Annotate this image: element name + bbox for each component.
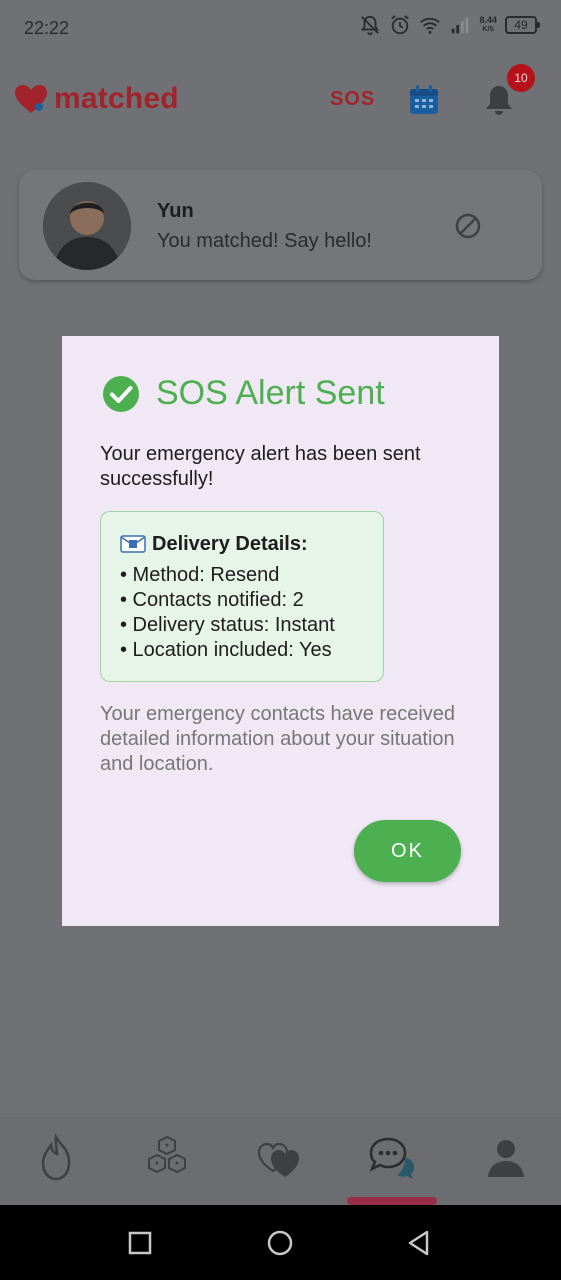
status-time: 22:22 [24,18,70,38]
block-icon[interactable] [454,212,482,240]
dialog-title: SOS Alert Sent [156,374,385,412]
avatar-image [43,182,131,270]
ok-button[interactable]: OK [354,820,461,882]
signal-icon [452,17,469,34]
chat-icon[interactable] [367,1133,417,1183]
battery-indicator: 49 [505,16,540,34]
dialog-body: Your emergency alert has been sent succe… [100,443,421,490]
app-logo: matched [14,82,179,116]
match-card[interactable]: Yun You matched! Say hello! [19,170,542,280]
recents-button-icon[interactable] [126,1229,154,1257]
details-list: • Method: Resend • Contacts notified: 2 … [120,563,383,663]
hearts-icon[interactable] [255,1133,305,1183]
detail-location: • Location included: Yes [120,639,332,661]
app-header: matched SOS 10 [0,56,561,144]
network-speed: 8.44 K/S [479,15,497,34]
delivery-details-box: Delivery Details: • Method: Resend • Con… [100,511,384,682]
back-button-icon[interactable] [405,1229,433,1257]
bell-off-icon [361,15,380,36]
details-title: Delivery Details: [152,532,308,555]
dialog-note: Your emergency contacts have received de… [100,703,456,775]
details-title-row: Delivery Details: [120,530,383,558]
bottom-nav [0,1117,561,1205]
sos-button[interactable]: SOS [330,88,375,111]
flame-icon[interactable] [31,1133,81,1183]
check-circle-icon [103,375,139,412]
dialog-title-row: SOS Alert Sent [102,374,385,413]
heart-logo-icon [15,85,47,113]
profile-icon[interactable] [481,1133,531,1183]
home-button-icon[interactable] [266,1229,294,1257]
active-tab-indicator [347,1197,437,1205]
notification-badge: 10 [507,64,535,92]
avatar[interactable] [43,182,131,270]
email-icon [120,535,146,553]
alarm-icon [391,15,410,35]
detail-method: • Method: Resend [120,564,280,586]
calendar-icon[interactable] [408,84,440,116]
detail-contacts: • Contacts notified: 2 [120,589,304,611]
wifi-icon [420,17,441,34]
status-bar: 22:22 8.44 K/S 49 [0,0,561,56]
status-icons: 8.44 K/S 49 [359,14,540,36]
detail-status: • Delivery status: Instant [120,614,335,636]
notification-bell-icon[interactable] [484,84,514,116]
system-nav-bar [0,1205,561,1280]
match-message: You matched! Say hello! [157,230,372,252]
match-name: Yun [157,200,194,222]
logo-text: matched [54,82,179,115]
cubes-icon[interactable] [142,1133,192,1183]
sos-alert-dialog: SOS Alert Sent Your emergency alert has … [62,336,499,926]
